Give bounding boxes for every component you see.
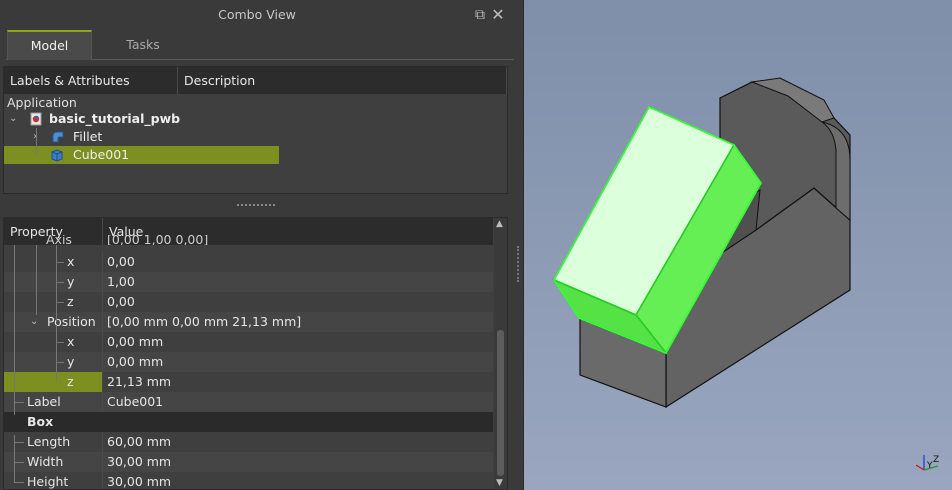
scroll-down-icon[interactable]: ▼ [496, 478, 503, 488]
chevron-down-icon[interactable]: ⌄ [9, 110, 17, 128]
document-label: basic_tutorial_pwb [49, 111, 181, 126]
property-row-width[interactable]: Width 30,00 mm [4, 452, 493, 472]
3d-scene[interactable]: Y Z [524, 0, 952, 490]
fillet-icon [51, 130, 65, 144]
property-row-axis[interactable]: Axis [0,00 1,00 0,00] [4, 235, 493, 245]
scrollbar-thumb[interactable] [497, 330, 504, 476]
axis-label-z: Z [933, 455, 939, 465]
chevron-down-icon[interactable]: ⌄ [30, 316, 38, 327]
combo-tabs: Model Tasks [6, 30, 514, 60]
property-name: x [4, 332, 103, 352]
property-value[interactable]: 30,00 mm [107, 472, 171, 489]
property-name: y [4, 352, 103, 372]
property-name: Position [4, 312, 103, 332]
combo-view-panel: Combo View ⧉ ✕ Model Tasks Labels & Attr… [0, 0, 524, 490]
property-value[interactable]: 0,00 mm [107, 352, 163, 372]
tree-header-description[interactable]: Description [178, 67, 507, 94]
property-value[interactable]: 30,00 mm [107, 452, 171, 472]
property-value[interactable]: 60,00 mm [107, 432, 171, 452]
tree-item-fillet[interactable]: › Fillet [9, 128, 409, 146]
axis-label-y: Y [926, 461, 933, 471]
property-scrollbar[interactable]: ▲ ▼ [494, 218, 507, 489]
property-row-axis-z[interactable]: z 0,00 [4, 292, 493, 312]
property-name: y [4, 272, 103, 292]
property-editor: Property Value Axis [0,00 1,00 0,00] x 0… [3, 217, 508, 490]
property-row-length[interactable]: Length 60,00 mm [4, 432, 493, 452]
model-tree: Labels & Attributes Description Applicat… [3, 66, 508, 194]
fillet-label: Fillet [73, 129, 103, 144]
property-row-position[interactable]: Position [0,00 mm 0,00 mm 21,13 mm] [4, 312, 493, 332]
property-row-position-x[interactable]: x 0,00 mm [4, 332, 493, 352]
3d-viewport[interactable]: Y Z [524, 0, 952, 490]
property-row-label[interactable]: Label Cube001 [4, 392, 493, 412]
property-group-box[interactable]: Box [4, 412, 493, 432]
property-group-name: Box [27, 414, 54, 429]
property-name: z [4, 372, 103, 392]
tab-model[interactable]: Model [7, 30, 92, 60]
close-panel-icon[interactable]: ✕ [490, 7, 506, 23]
property-row-height[interactable]: Height 30,00 mm [4, 472, 493, 489]
property-value[interactable]: [0,00 mm 0,00 mm 21,13 mm] [107, 312, 301, 332]
property-row-axis-x[interactable]: x 0,00 [4, 252, 493, 272]
property-name: x [4, 252, 103, 272]
cube001-label: Cube001 [73, 147, 130, 162]
property-row-position-z[interactable]: z 21,13 mm [4, 372, 493, 392]
property-value[interactable]: Cube001 [107, 392, 163, 412]
float-panel-icon[interactable]: ⧉ [472, 7, 488, 23]
splitter-grip[interactable] [517, 246, 520, 282]
document-icon [29, 112, 43, 126]
property-value[interactable]: 1,00 [107, 272, 135, 292]
property-name: Axis [4, 235, 103, 245]
tree-item-cube001[interactable]: Cube001 [4, 146, 279, 164]
property-name: Height [4, 472, 103, 489]
tree-item-document[interactable]: ⌄ basic_tutorial_pwb [9, 110, 409, 128]
tree-header-labels[interactable]: Labels & Attributes [4, 67, 178, 94]
property-name: z [4, 292, 103, 312]
property-value[interactable]: 0,00 [107, 292, 135, 312]
property-value[interactable]: 21,13 mm [107, 372, 171, 392]
property-value[interactable]: [0,00 1,00 0,00] [107, 235, 208, 245]
tab-tasks[interactable]: Tasks [98, 30, 188, 60]
combo-view-title: Combo View [218, 7, 296, 22]
property-value[interactable]: 0,00 [107, 252, 135, 272]
panel-splitter-handle[interactable] [237, 204, 275, 208]
property-value[interactable]: 0,00 mm [107, 332, 163, 352]
scroll-up-icon[interactable]: ▲ [496, 219, 503, 229]
property-row-axis-y[interactable]: y 1,00 [4, 272, 493, 292]
cube-icon [50, 148, 64, 162]
property-row-position-y[interactable]: y 0,00 mm [4, 352, 493, 372]
